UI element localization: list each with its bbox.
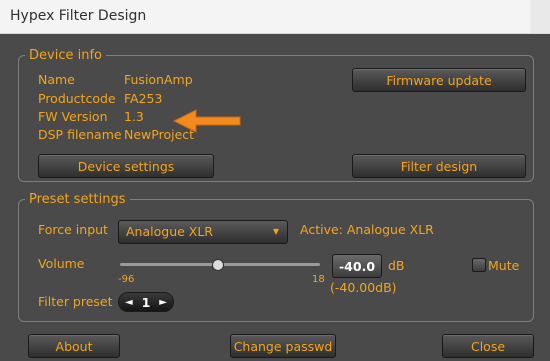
client-area: Device info Name FusionAmp Productcode F… bbox=[8, 34, 542, 361]
name-label: Name bbox=[38, 72, 75, 87]
force-input-label: Force input bbox=[38, 222, 108, 237]
previous-preset-icon[interactable]: ◄ bbox=[125, 297, 133, 308]
preset-settings-legend: Preset settings bbox=[29, 192, 126, 207]
productcode-label: Productcode bbox=[38, 91, 116, 106]
firmware-update-button[interactable]: Firmware update bbox=[352, 68, 526, 92]
volume-actual-value: (-40.00dB) bbox=[330, 280, 397, 295]
volume-min-label: -96 bbox=[118, 274, 135, 285]
title-button[interactable] bbox=[530, 0, 550, 33]
volume-unit-label: dB bbox=[388, 258, 405, 273]
filter-preset-spinner[interactable]: ◄ 1 ► bbox=[118, 292, 174, 312]
app-window: Hypex Filter Design Device info Name Fus… bbox=[0, 0, 550, 361]
productcode-value: FA253 bbox=[124, 91, 163, 106]
next-preset-icon[interactable]: ► bbox=[159, 297, 167, 308]
volume-slider-thumb[interactable] bbox=[212, 259, 224, 271]
active-input-status: Active: Analogue XLR bbox=[300, 222, 434, 237]
dsp-filename-label: DSP filename bbox=[38, 127, 122, 142]
filter-preset-label: Filter preset bbox=[38, 294, 113, 309]
mute-label: Mute bbox=[488, 258, 520, 273]
fw-version-value: 1.3 bbox=[124, 109, 144, 124]
change-passwd-button[interactable]: Change passwd bbox=[230, 334, 336, 358]
filter-preset-value: 1 bbox=[141, 294, 151, 310]
volume-value-field[interactable]: -40.0 bbox=[332, 254, 382, 278]
mute-checkbox[interactable] bbox=[472, 258, 486, 272]
device-settings-button[interactable]: Device settings bbox=[38, 154, 214, 178]
window-title: Hypex Filter Design bbox=[10, 8, 147, 24]
chevron-down-icon: ▾ bbox=[272, 224, 279, 238]
device-info-legend: Device info bbox=[29, 48, 102, 63]
close-button[interactable]: Close bbox=[442, 334, 534, 358]
filter-design-button[interactable]: Filter design bbox=[352, 154, 526, 178]
volume-max-label: 18 bbox=[312, 274, 325, 285]
about-button[interactable]: About bbox=[28, 334, 120, 358]
force-input-select[interactable]: Analogue XLR ▾ bbox=[118, 220, 288, 244]
volume-label: Volume bbox=[38, 256, 85, 271]
title-bar: Hypex Filter Design bbox=[0, 0, 550, 34]
force-input-value: Analogue XLR bbox=[126, 224, 213, 239]
arrow-left-icon bbox=[172, 109, 241, 133]
fw-version-label: FW Version bbox=[38, 109, 108, 124]
name-value: FusionAmp bbox=[124, 72, 193, 87]
